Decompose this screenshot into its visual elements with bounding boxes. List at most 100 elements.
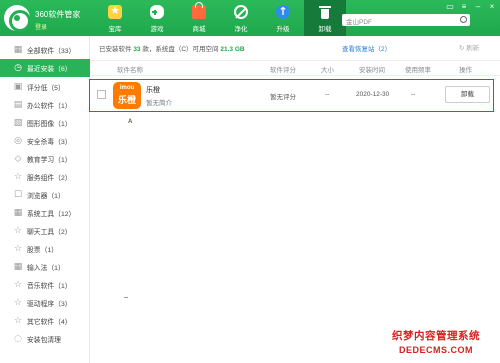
upgrade-arrow-icon: [276, 5, 290, 19]
menu-icon[interactable]: ≡: [460, 2, 468, 11]
stray-mark: A: [128, 119, 133, 125]
nav-label: 商城: [192, 26, 206, 33]
sidebar-item-other[interactable]: ☆ 其它软件（4）: [0, 312, 90, 330]
col-install-time[interactable]: 安装时间: [359, 64, 385, 74]
nav-label: 游戏: [150, 26, 164, 33]
sidebar-item-recent[interactable]: ◷ 最近安装（6）: [0, 59, 90, 77]
browser-icon: ☐: [13, 190, 23, 200]
sidebar-item-graphics[interactable]: ▧ 图形图像（1）: [0, 114, 90, 132]
star-icon: ☆: [13, 172, 23, 182]
nav-label: 升级: [276, 26, 290, 33]
category-sidebar: ▦ 全部软件（33） ◷ 最近安装（6） ▣ 评分低（5） ▤ 办公软件（1） ▧ 图形图…: [0, 36, 90, 363]
sidebar-item-label: 最近安装（6）: [27, 66, 72, 73]
col-frequency[interactable]: 使用频率: [405, 64, 431, 74]
sidebar-item-label: 全部软件（33）: [27, 48, 76, 55]
recovery-station-link[interactable]: 查看恢复站（2）: [342, 43, 391, 53]
skin-icon[interactable]: ▭: [446, 2, 454, 11]
sidebar-item-label: 评分低（5）: [27, 85, 65, 92]
trash-icon: [318, 5, 332, 19]
office-icon: ▤: [13, 100, 23, 110]
col-action: 操作: [459, 67, 472, 74]
selection-highlight: [89, 79, 494, 112]
education-icon: ◇: [14, 154, 22, 164]
package-clean-icon: ◌: [14, 334, 22, 344]
image-icon: ▧: [13, 118, 23, 128]
clock-icon: ◷: [14, 63, 22, 73]
sidebar-item-label: 安装包清理: [27, 337, 61, 344]
watermark-line1: 织梦内容管理系统: [392, 330, 480, 342]
brand: 360软件管家 登录: [4, 3, 94, 33]
info-prefix: 已安装软件: [99, 46, 132, 53]
login-link[interactable]: 登录: [35, 22, 47, 31]
sidebar-item-label: 办公软件（1）: [27, 103, 72, 110]
driver-star-icon: ☆: [13, 298, 23, 308]
sidebar-item-label: 图形图像（1）: [27, 121, 72, 128]
nav-label: 净化: [234, 26, 248, 33]
gamepad-icon: [150, 5, 164, 19]
stray-dash: [124, 297, 128, 298]
shield-icon: ◎: [14, 136, 22, 146]
sidebar-item-label: 其它软件（4）: [27, 319, 72, 326]
nav-upgrade[interactable]: 升级: [262, 0, 304, 36]
input-grid-icon: ▦: [13, 262, 23, 272]
nav-store[interactable]: 宝库: [94, 0, 136, 36]
col-size[interactable]: 大小: [321, 64, 334, 74]
nav-label: 卸载: [318, 26, 332, 33]
sidebar-item-input[interactable]: ▦ 输入法（1）: [0, 258, 90, 276]
watermark-line2: DEDECMS.COM: [398, 345, 473, 355]
refresh-button[interactable]: ↻ 刷新: [459, 42, 479, 52]
store-star-icon: [108, 4, 122, 19]
window-controls: ▭ ≡ – ×: [446, 2, 496, 11]
sidebar-item-label: 浏览器（1）: [27, 193, 65, 200]
app-logo-icon: [4, 5, 31, 32]
sidebar-item-low-rating[interactable]: ▣ 评分低（5）: [0, 78, 90, 96]
sidebar-item-browser[interactable]: ☐ 浏览器（1）: [0, 186, 90, 204]
sidebar-item-label: 安全杀毒（3）: [27, 139, 72, 146]
other-star-icon: ☆: [13, 316, 23, 326]
music-star-icon: ☆: [13, 280, 23, 290]
sidebar-item-drivers[interactable]: ☆ 驱动程序（3）: [0, 294, 90, 312]
sidebar-item-label: 股票（1）: [27, 247, 58, 254]
disk-info: 已安装软件 33 款，系统盘（C）可用空间 21.3 GB: [99, 43, 245, 53]
sidebar-item-all[interactable]: ▦ 全部软件（33）: [0, 41, 90, 59]
table-header: 软件名称 软件评分 大小 安装时间 使用频率 操作: [91, 60, 500, 76]
stock-star-icon: ☆: [13, 244, 23, 254]
rating-icon: ▣: [13, 82, 23, 92]
sidebar-item-security[interactable]: ◎ 安全杀毒（3）: [0, 132, 90, 150]
nav-uninstall[interactable]: 卸载: [304, 0, 346, 36]
sidebar-item-package-clean[interactable]: ◌ 安装包清理: [0, 330, 90, 348]
search-placeholder: 金山PDF: [346, 19, 372, 26]
close-icon[interactable]: ×: [488, 2, 496, 11]
nav-clean[interactable]: 净化: [220, 0, 262, 36]
col-rating[interactable]: 软件评分: [270, 64, 296, 74]
info-mid: 款，系统盘（C）可用空间: [142, 46, 219, 53]
sidebar-item-system[interactable]: ▦ 系统工具（12）: [0, 204, 90, 222]
search-icon[interactable]: [460, 16, 467, 23]
info-bar: 已安装软件 33 款，系统盘（C）可用空间 21.3 GB 查看恢复站（2） ↻…: [91, 38, 500, 54]
search-input[interactable]: 金山PDF: [342, 14, 470, 26]
sidebar-item-label: 聊天工具（2）: [27, 229, 72, 236]
sidebar-item-label: 输入法（1）: [27, 265, 65, 272]
sidebar-item-stock[interactable]: ☆ 股票（1）: [0, 240, 90, 258]
sidebar-item-education[interactable]: ◇ 教育学习（1）: [0, 150, 90, 168]
installed-count: 33: [133, 46, 141, 53]
minimize-icon[interactable]: –: [474, 2, 482, 11]
sidebar-item-label: 驱动程序（3）: [27, 301, 72, 308]
main-nav: 宝库 游戏 商城 净化 升级 卸载: [94, 0, 346, 36]
top-bar: 360软件管家 登录 宝库 游戏 商城 净化 升级 卸载 金山PDF: [0, 0, 500, 36]
nav-mall[interactable]: 商城: [178, 0, 220, 36]
sidebar-item-office[interactable]: ▤ 办公软件（1）: [0, 96, 90, 114]
grid-icon: ▦: [13, 45, 23, 55]
sidebar-item-chat[interactable]: ☆ 聊天工具（2）: [0, 222, 90, 240]
nav-games[interactable]: 游戏: [136, 0, 178, 36]
sidebar-item-music[interactable]: ☆ 音乐软件（1）: [0, 276, 90, 294]
free-space: 21.3 GB: [220, 46, 245, 53]
refresh-icon: ↻: [459, 45, 465, 52]
system-grid-icon: ▦: [13, 208, 23, 218]
sidebar-item-services[interactable]: ☆ 服务组件（2）: [0, 168, 90, 186]
clean-icon: [234, 5, 248, 19]
sidebar-item-label: 教育学习（1）: [27, 157, 72, 164]
shopping-bag-icon: [192, 2, 206, 19]
nav-label: 宝库: [108, 26, 122, 33]
col-name[interactable]: 软件名称: [117, 64, 143, 74]
